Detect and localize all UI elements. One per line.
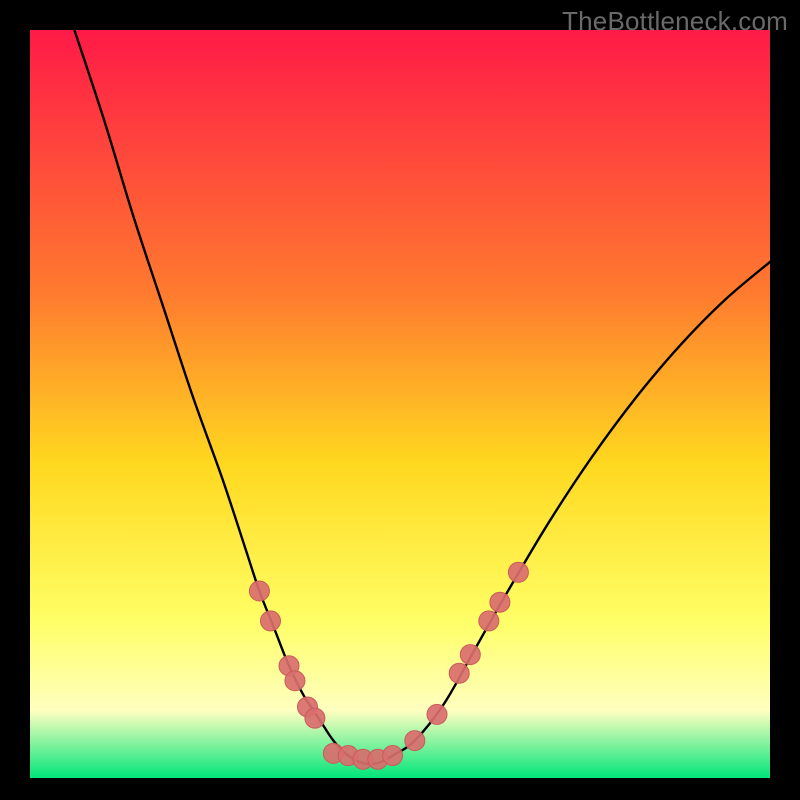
data-marker <box>285 671 305 691</box>
data-marker <box>249 581 269 601</box>
data-marker <box>460 645 480 665</box>
data-marker <box>305 708 325 728</box>
gradient-background <box>30 30 770 778</box>
data-marker <box>383 746 403 766</box>
data-marker <box>427 704 447 724</box>
data-marker <box>405 731 425 751</box>
data-marker <box>449 663 469 683</box>
watermark-text: TheBottleneck.com <box>562 6 788 37</box>
plot-area <box>30 30 770 778</box>
data-marker <box>261 611 281 631</box>
bottleneck-chart <box>30 30 770 778</box>
data-marker <box>479 611 499 631</box>
chart-frame: TheBottleneck.com <box>0 0 800 800</box>
data-marker <box>508 562 528 582</box>
data-marker <box>490 592 510 612</box>
